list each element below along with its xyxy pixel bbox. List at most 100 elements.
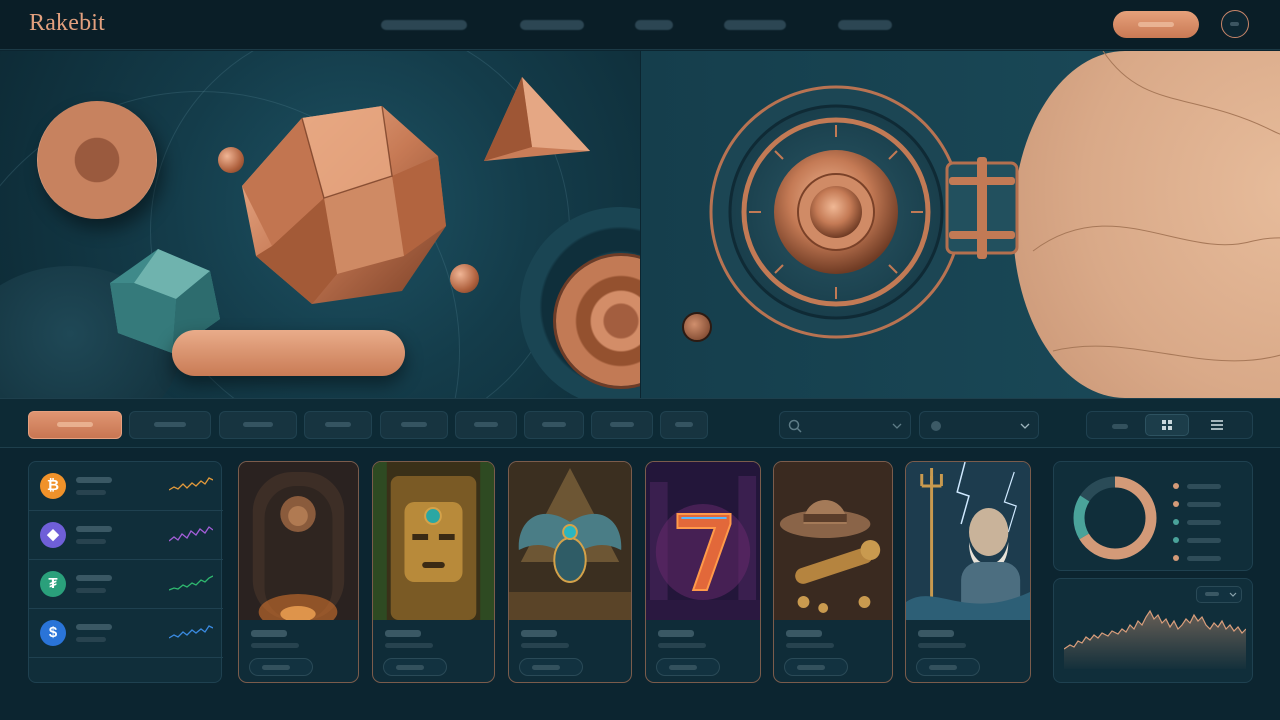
decor-lines [1032,51,1280,362]
legend-item [1173,536,1233,544]
game-card[interactable] [773,461,893,683]
play-button[interactable] [383,658,447,676]
chip-label [56,422,94,427]
chip-label [400,422,428,427]
brand-logo[interactable]: Rakebit [29,10,105,37]
filter-chip[interactable] [524,411,584,439]
poseidon-icon [906,462,1030,620]
game-title [385,630,421,637]
area-chart [1064,609,1246,669]
game-card[interactable] [645,461,761,683]
filter-chip[interactable] [129,411,211,439]
chip-label [674,422,694,427]
nav-link-4[interactable] [724,20,786,30]
tether-icon: ₮ [40,571,66,597]
hero-cta-button[interactable] [172,330,405,376]
game-card[interactable] [905,461,1031,683]
donut-chart [1073,476,1157,560]
legend-item [1173,518,1233,526]
bolt-icon [682,312,712,342]
play-button[interactable] [656,658,720,676]
ethereum-icon: ◆ [40,522,66,548]
play-button[interactable] [916,658,980,676]
game-title [521,630,557,637]
game-provider [521,643,569,648]
hero-banner-right[interactable] [641,51,1280,398]
crypto-ticker-panel: ₿ ◆ ₮ $ [28,461,223,683]
sparkline-chart [169,575,213,591]
crypto-row[interactable]: ₮ [29,560,223,609]
lion-gate-icon [239,462,358,620]
copper-dodecahedron-icon [242,106,446,304]
crypto-name [76,624,112,630]
legend-item [1173,554,1233,562]
lucky-seven-icon [646,462,760,620]
crypto-name [76,526,112,532]
search-input[interactable] [779,411,911,439]
avatar-placeholder [1230,22,1239,26]
crypto-row[interactable]: ◆ [29,511,223,560]
hero-banner-left[interactable] [0,51,640,398]
nav-link-2[interactable] [520,20,584,30]
top-navigation-bar: Rakebit [0,0,1280,50]
game-title [658,630,694,637]
game-card[interactable] [372,461,495,683]
chip-label [542,422,566,427]
usdc-icon: $ [40,620,66,646]
game-card[interactable] [238,461,359,683]
view-toggle [1086,411,1253,439]
crypto-name [76,575,112,581]
filter-chip[interactable] [380,411,448,439]
crypto-row[interactable]: ₿ [29,462,223,511]
game-title [918,630,954,637]
game-provider [385,643,433,648]
game-title [251,630,287,637]
game-provider [251,643,299,648]
aztec-mask-icon [373,462,494,620]
sort-select[interactable] [919,411,1039,439]
game-provider [658,643,706,648]
copper-sphere-icon [450,264,479,293]
distribution-widget [1053,461,1253,571]
play-button[interactable] [249,658,313,676]
explorer-hat-icon [774,462,892,620]
chevron-down-icon [1229,592,1237,597]
play-button[interactable] [784,658,848,676]
coin-filter-icon [931,421,941,431]
sand-texture-panel [1013,51,1280,398]
crypto-row[interactable]: $ [29,609,223,658]
scarab-icon [509,462,631,620]
filter-chip[interactable] [591,411,653,439]
user-icon[interactable] [1221,10,1249,38]
chip-label [154,422,186,427]
play-button[interactable] [519,658,583,676]
filter-chip[interactable] [660,411,708,439]
chip-label [242,422,274,427]
sparkline-chart [169,477,213,491]
filter-chip[interactable] [304,411,372,439]
list-icon[interactable] [1199,414,1235,436]
crypto-price [76,637,106,642]
range-select[interactable] [1196,586,1242,603]
chevron-down-icon [892,423,902,429]
header-cta-button[interactable] [1113,11,1199,38]
filter-chip[interactable] [455,411,517,439]
chip-label [474,422,498,427]
crypto-name [76,477,112,483]
chip-label [324,422,352,427]
chevron-down-icon [1020,423,1030,429]
nav-link-5[interactable] [838,20,892,30]
copper-coin-icon [37,101,157,219]
nav-link-3[interactable] [635,20,673,30]
filter-chip[interactable] [219,411,297,439]
view-option[interactable] [1103,414,1137,436]
grid-icon[interactable] [1145,414,1189,436]
legend-item [1173,500,1233,508]
game-card[interactable] [508,461,632,683]
nav-link-1[interactable] [381,20,467,30]
filter-chip-active[interactable] [28,411,122,439]
vault-dial-icon [709,85,1019,339]
chip-label [610,422,634,427]
legend-item [1173,482,1233,490]
header-cta-label [1138,22,1174,27]
